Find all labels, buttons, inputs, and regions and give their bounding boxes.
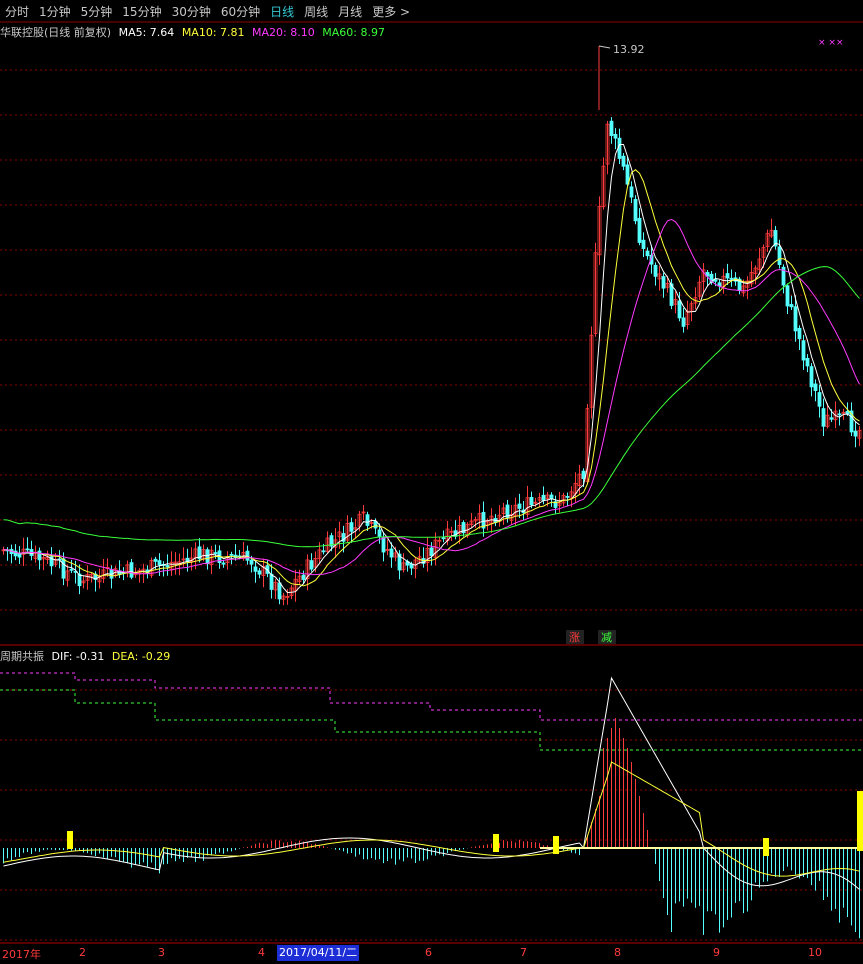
indicator-panel	[0, 672, 863, 939]
candle-body	[637, 217, 642, 243]
corner-marks: × ××	[818, 38, 843, 48]
candle-body	[661, 276, 666, 289]
signal-marker	[553, 836, 559, 854]
x-axis-label: 9	[713, 946, 720, 959]
candle-body	[373, 521, 378, 529]
candle-body	[845, 410, 850, 415]
x-axis-label: 8	[614, 946, 621, 959]
signal-marker	[763, 838, 769, 856]
ma60-line	[3, 266, 860, 548]
candle-body	[153, 558, 158, 562]
candle-body	[249, 559, 254, 565]
candle-body	[221, 562, 226, 565]
candle-body	[165, 565, 170, 568]
candle-body	[789, 304, 794, 308]
x-axis-label: 7	[520, 946, 527, 959]
candle-body	[729, 277, 734, 280]
candle-body	[301, 574, 306, 580]
candle-body	[817, 392, 822, 407]
ma5-line	[3, 144, 860, 594]
candle-body	[641, 239, 646, 249]
candle-body	[529, 497, 534, 506]
candle-body	[681, 317, 686, 327]
moving-average-lines	[3, 144, 860, 594]
candle-body	[777, 246, 782, 265]
candle-body	[633, 198, 638, 222]
candle-body	[441, 537, 446, 540]
candle-body	[37, 550, 42, 561]
candle-body	[389, 548, 394, 558]
candle-body	[253, 566, 258, 572]
candle-body	[229, 553, 234, 556]
candle-body	[805, 358, 810, 367]
candle-body	[625, 164, 630, 185]
candle-body	[725, 273, 730, 279]
candle-body	[829, 417, 834, 420]
candle-body	[541, 494, 546, 501]
ma10-line	[3, 169, 860, 587]
x-axis-label: 3	[158, 946, 165, 959]
candle-body	[213, 552, 218, 554]
down-marker: 减	[601, 631, 612, 644]
x-axis-label: 4	[258, 946, 265, 959]
candle-body	[25, 548, 30, 551]
signal-marker	[857, 791, 863, 851]
candle-body	[613, 134, 618, 139]
x-axis-label: 6	[425, 946, 432, 959]
candle-body	[617, 137, 622, 159]
candle-body	[581, 470, 586, 480]
candle-body	[269, 573, 274, 590]
candle-body	[429, 547, 434, 557]
candle-body	[813, 383, 818, 391]
candle-body	[853, 430, 858, 437]
candle-body	[517, 503, 522, 509]
candle-body	[645, 250, 650, 257]
candlesticks	[1, 117, 862, 606]
candle-body	[621, 155, 626, 167]
candle-body	[713, 279, 718, 282]
up-marker: 涨	[569, 631, 580, 644]
chart-canvas[interactable]: 13.92 × ×× 涨 减	[0, 0, 863, 964]
candle-body	[377, 529, 382, 538]
candle-body	[837, 413, 842, 416]
peak-pointer	[598, 45, 611, 49]
candle-body	[17, 553, 22, 558]
candle-body	[309, 560, 314, 570]
candle-body	[245, 550, 250, 561]
signal-marker	[493, 834, 499, 852]
cursor-date-label: 2017/04/11/二	[277, 945, 360, 961]
grid-lines	[0, 21, 863, 944]
signal-marker	[67, 831, 73, 849]
candle-body	[157, 560, 162, 566]
x-axis-label: 2	[79, 946, 86, 959]
candle-body	[321, 550, 326, 553]
candle-body	[609, 120, 614, 136]
candle-body	[629, 186, 634, 198]
candle-body	[257, 570, 262, 575]
candle-body	[801, 340, 806, 361]
candle-body	[381, 537, 386, 553]
candle-body	[821, 408, 826, 427]
candle-body	[365, 514, 370, 526]
candle-body	[565, 495, 570, 498]
candle-body	[69, 568, 74, 571]
candle-body	[61, 558, 66, 579]
x-axis-label: 2017年	[2, 948, 41, 961]
candle-body	[205, 549, 210, 565]
candle-body	[349, 522, 354, 532]
peak-price-label: 13.92	[613, 43, 645, 56]
candle-body	[809, 366, 814, 388]
candle-body	[677, 300, 682, 319]
candle-body	[785, 285, 790, 307]
candle-body	[129, 562, 134, 578]
x-axis-label: 10	[808, 946, 822, 959]
candle-body	[793, 306, 798, 332]
resonance-line-upper	[0, 672, 863, 721]
candle-body	[797, 327, 802, 340]
candle-body	[277, 582, 282, 600]
candle-body	[653, 264, 658, 277]
